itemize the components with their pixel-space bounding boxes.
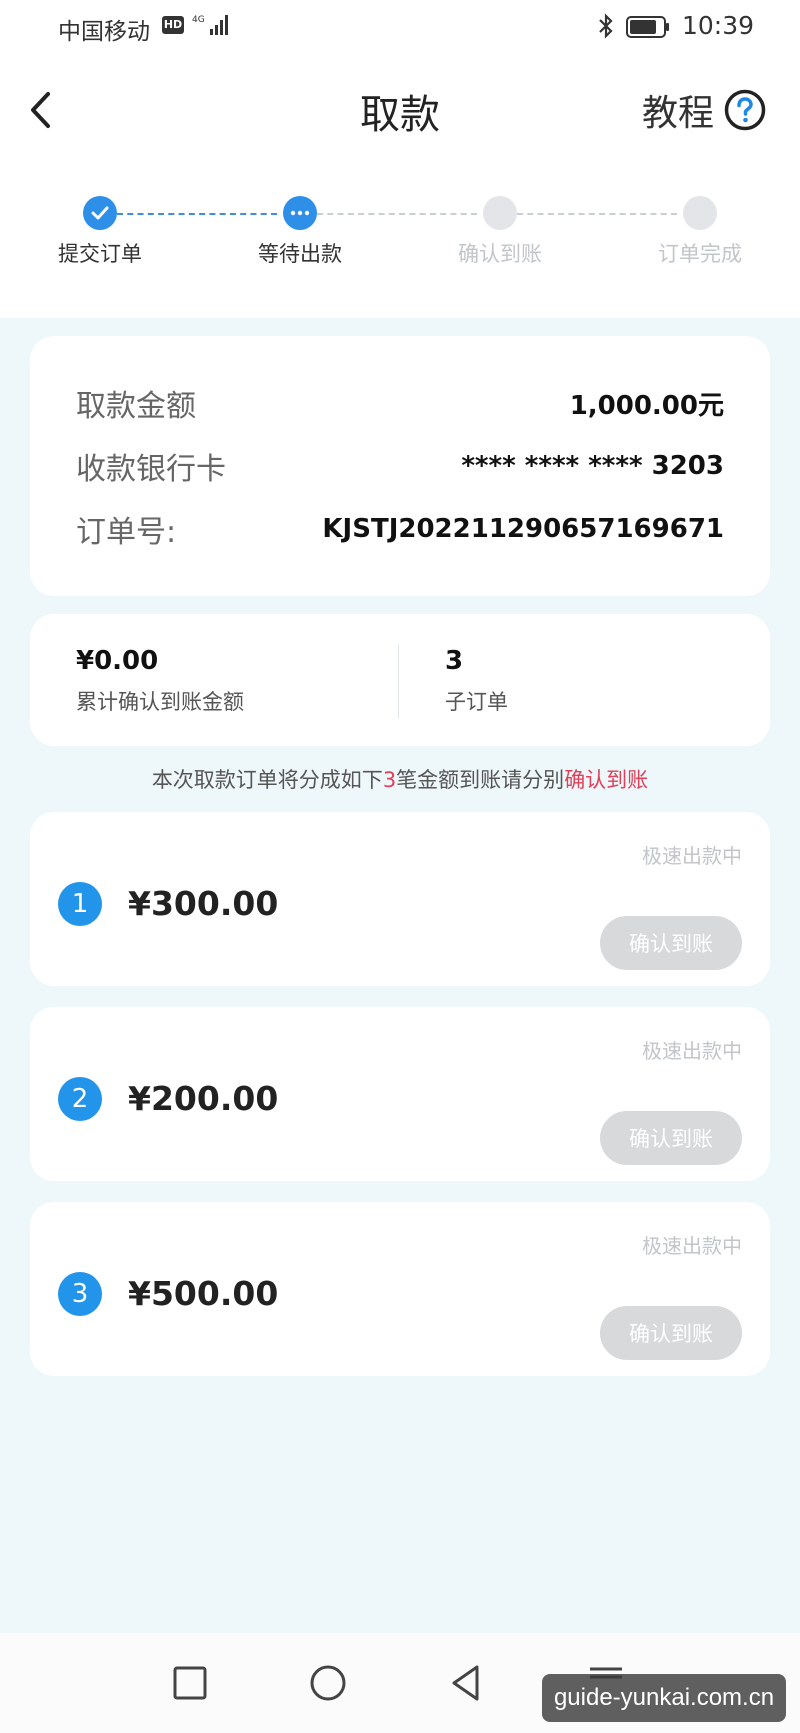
order-index-badge: 2: [58, 1077, 102, 1121]
carrier-name: 中国移动: [58, 19, 150, 45]
confirmed-amount-block: ¥0.00 累计确认到账金额: [76, 646, 244, 716]
home-icon[interactable]: [306, 1661, 350, 1705]
order-number-row: 订单号: KJSTJ20221129065716967​1: [76, 504, 724, 554]
order-status: 极速出款中: [642, 1234, 742, 1258]
amount-label: 取款金额: [76, 389, 196, 424]
step-label: 确认到账: [458, 242, 542, 266]
notice-middle: 笔金额到账请分别: [396, 768, 565, 792]
confirm-receipt-button[interactable]: 确认到账: [600, 916, 742, 970]
network-type: 4G: [192, 15, 205, 25]
order-status: 极速出款中: [642, 844, 742, 868]
notice-prefix: 本次取款订单将分成如下: [151, 768, 383, 792]
hd-badge: HD: [162, 16, 184, 34]
tutorial-label: 教程: [641, 93, 714, 134]
clock: 10:39: [682, 11, 755, 40]
split-notice: 本次取款订单将分成如下3笔金额到账请分别确认到账: [0, 764, 800, 794]
order-amount: ¥500.00: [128, 1274, 279, 1313]
step-done-icon: [83, 196, 117, 230]
step-submit: 提交订单: [35, 190, 165, 268]
confirm-receipt-button[interactable]: 确认到账: [600, 1306, 742, 1360]
order-amount: ¥300.00: [128, 884, 279, 923]
status-bar: 中国移动 HD 4G 10:39: [0, 0, 800, 56]
amount-value: 1,000.00元: [569, 390, 724, 421]
sub-order-card: 极速出款中 3 ¥500.00 确认到账: [30, 1202, 770, 1376]
order-number-label: 订单号:: [76, 515, 177, 550]
back-nav-icon[interactable]: [444, 1661, 488, 1705]
bank-card-label: 收款银行卡: [76, 452, 226, 487]
confirmed-amount-label: 累计确认到账金额: [76, 690, 244, 714]
order-index-badge: 3: [58, 1272, 102, 1316]
recent-apps-icon[interactable]: [168, 1661, 212, 1705]
order-status: 极速出款中: [642, 1039, 742, 1063]
tutorial-button[interactable]: 教程: [642, 82, 766, 138]
watermark: guide-yunkai.com.cn: [542, 1674, 786, 1722]
withdrawal-info-card: 取款金额 1,000.00元 收款银行卡 **** **** **** 3203…: [30, 336, 770, 596]
confirmed-amount-value: ¥0.00: [76, 646, 159, 676]
notice-highlight: 确认到账: [564, 768, 649, 792]
sub-order-card: 极速出款中 1 ¥300.00 确认到账: [30, 812, 770, 986]
order-number-value: KJSTJ20221129065716967​1: [322, 514, 724, 544]
step-label: 提交订单: [58, 242, 142, 266]
step-complete: 订单完成: [635, 190, 765, 268]
step-label: 订单完成: [658, 242, 742, 266]
sub-order-block: 3 子订单: [445, 646, 508, 716]
battery-icon: [626, 16, 669, 38]
step-dot: [683, 196, 717, 230]
bank-card-row: 收款银行卡 **** **** **** 3203: [76, 441, 724, 491]
help-icon: [724, 89, 766, 131]
step-pending-icon: [283, 196, 317, 230]
app-header: 取款 教程: [0, 60, 800, 160]
progress-steps: 提交订单 等待出款 确认到账 订单完成: [0, 190, 800, 280]
notice-count: 3: [382, 768, 397, 792]
divider: [398, 644, 399, 718]
sub-order-count: 3: [445, 646, 464, 676]
bank-card-value: **** **** **** 3203: [461, 451, 724, 481]
confirm-receipt-button[interactable]: 确认到账: [600, 1111, 742, 1165]
signal-icon: 4G: [192, 15, 228, 35]
order-amount: ¥200.00: [128, 1079, 279, 1118]
step-dot: [483, 196, 517, 230]
sub-order-card: 极速出款中 2 ¥200.00 确认到账: [30, 1007, 770, 1181]
amount-row: 取款金额 1,000.00元: [76, 378, 724, 428]
step-waiting: 等待出款: [235, 190, 365, 268]
step-confirm: 确认到账: [435, 190, 565, 268]
order-index-badge: 1: [58, 882, 102, 926]
sub-order-label: 子订单: [445, 690, 508, 714]
bluetooth-icon: [599, 13, 613, 39]
summary-card: ¥0.00 累计确认到账金额 3 子订单: [30, 614, 770, 746]
step-label: 等待出款: [258, 242, 342, 266]
